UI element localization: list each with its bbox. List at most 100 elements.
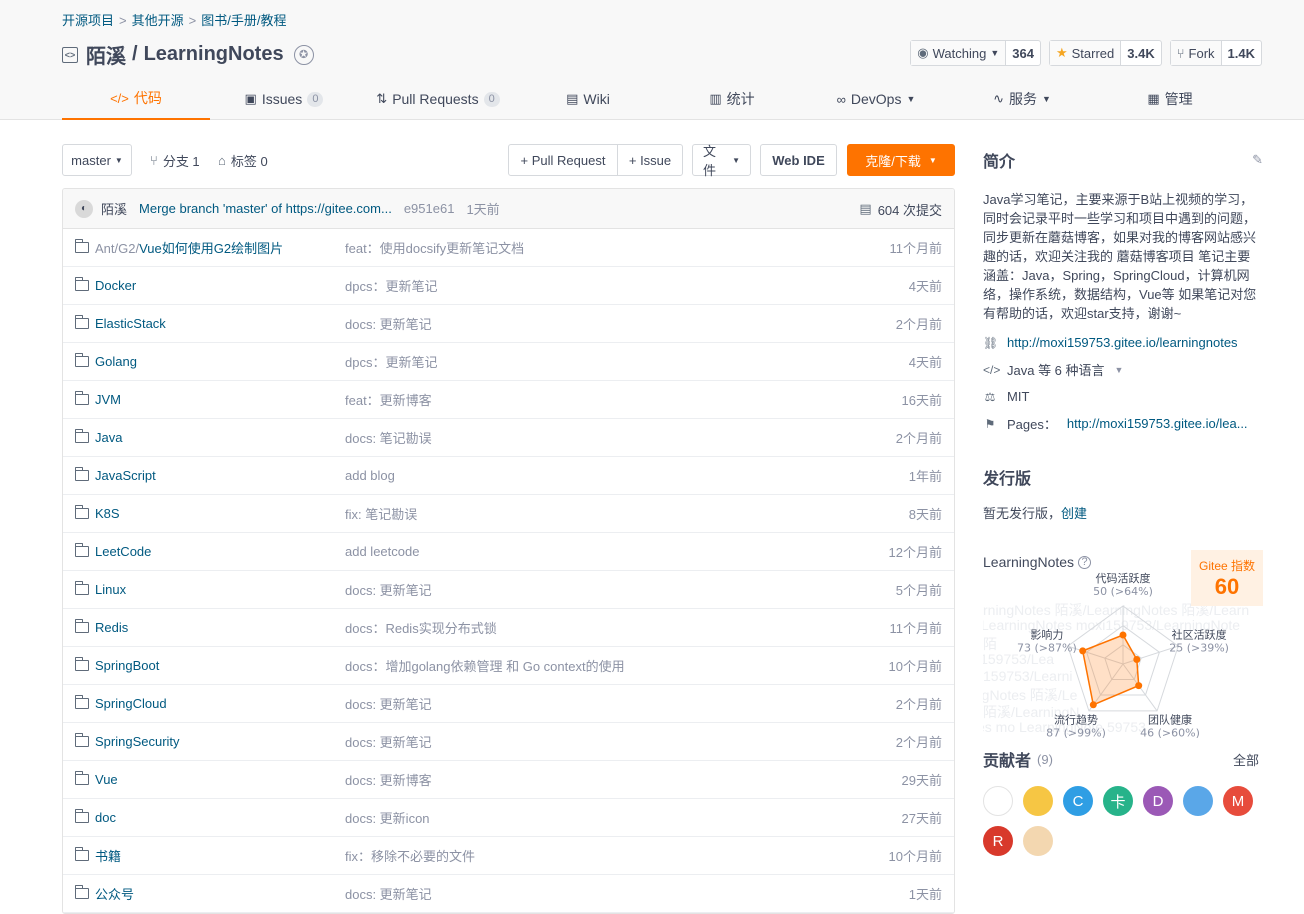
contributor-avatar[interactable]: D — [1143, 786, 1173, 816]
commit-sha[interactable]: e951e61 — [404, 201, 455, 216]
tab-devops[interactable]: ∞ DevOps ▼ — [806, 78, 946, 120]
file-commit-message[interactable]: add blog — [345, 468, 395, 483]
file-commit-message[interactable]: docs：Redis实现分布式锁 — [345, 618, 497, 637]
edit-icon[interactable]: ✎ — [1252, 152, 1263, 168]
recommended-badge-icon[interactable]: ✪ — [293, 44, 314, 65]
tags-link[interactable]: ⌂ 标签 0 — [218, 144, 268, 176]
contributors-all-link[interactable]: 全部 — [1233, 750, 1259, 769]
file-commit-message[interactable]: docs: 笔记勘误 — [345, 428, 432, 447]
file-commit-message[interactable]: fix: 笔记勘误 — [345, 504, 417, 523]
contributor-avatar[interactable]: C — [1063, 786, 1093, 816]
avatar[interactable]: ◐ — [75, 199, 93, 218]
fork-button[interactable]: ⑂ Fork 1.4K — [1169, 40, 1262, 66]
file-commit-message[interactable]: docs：增加golang依赖管理 和 Go context的使用 — [345, 656, 625, 675]
file-name-link[interactable]: doc — [75, 809, 116, 825]
table-row[interactable]: doc docs: 更新icon 27天前 — [63, 799, 954, 837]
file-name-link[interactable]: Ant/G2/Vue如何使用G2绘制图片 — [75, 238, 283, 257]
license-label[interactable]: MIT — [1007, 389, 1029, 404]
table-row[interactable]: JavaScript add blog 1年前 — [63, 457, 954, 495]
file-commit-message[interactable]: add leetcode — [345, 544, 419, 559]
commit-count-link[interactable]: ▤ 604 次提交 — [859, 189, 942, 229]
file-name-link[interactable]: Vue — [75, 771, 118, 787]
branches-link[interactable]: ⑂ 分支 1 — [150, 144, 200, 176]
file-name-link[interactable]: 公众号 — [75, 884, 134, 903]
commit-author[interactable]: 陌溪 — [101, 199, 127, 218]
tab-issues[interactable]: ▣ Issues 0 — [210, 78, 358, 120]
file-commit-message[interactable]: docs: 更新笔记 — [345, 732, 432, 751]
table-row[interactable]: K8S fix: 笔记勘误 8天前 — [63, 495, 954, 533]
star-count[interactable]: 3.4K — [1121, 41, 1160, 65]
file-commit-message[interactable]: feat：更新博客 — [345, 390, 432, 409]
clone-download-button[interactable]: 克隆/下载 ▼ — [847, 144, 955, 176]
table-row[interactable]: SpringSecurity docs: 更新笔记 2个月前 — [63, 723, 954, 761]
tab-stats[interactable]: ▥ 统计 — [658, 78, 806, 120]
homepage-link[interactable]: http://moxi159753.gitee.io/learningnotes — [1007, 335, 1238, 350]
file-commit-message[interactable]: feat：使用docsify更新笔记文档 — [345, 238, 524, 257]
repo-name[interactable]: LearningNotes — [144, 43, 284, 66]
file-name-link[interactable]: SpringCloud — [75, 695, 167, 711]
contributor-avatar[interactable] — [983, 786, 1013, 816]
table-row[interactable]: Golang dpcs：更新笔记 4天前 — [63, 343, 954, 381]
repo-owner[interactable]: 陌溪 — [86, 40, 126, 69]
table-row[interactable]: LeetCode add leetcode 12个月前 — [63, 533, 954, 571]
new-pull-request-button[interactable]: + Pull Request — [508, 144, 618, 176]
table-row[interactable]: SpringBoot docs：增加golang依赖管理 和 Go context… — [63, 647, 954, 685]
commit-message[interactable]: Merge branch 'master' of https://gitee.c… — [139, 201, 392, 216]
table-row[interactable]: Java docs: 笔记勘误 2个月前 — [63, 419, 954, 457]
table-row[interactable]: SpringCloud docs: 更新笔记 2个月前 — [63, 685, 954, 723]
contributor-avatar[interactable]: 卡 — [1103, 786, 1133, 816]
tab-wiki[interactable]: ▤ Wiki — [518, 78, 658, 120]
file-commit-message[interactable]: docs: 更新笔记 — [345, 580, 432, 599]
file-name-link[interactable]: 书籍 — [75, 846, 121, 865]
table-row[interactable]: ElasticStack docs: 更新笔记 2个月前 — [63, 305, 954, 343]
file-commit-message[interactable]: docs: 更新博客 — [345, 770, 432, 789]
file-name-link[interactable]: Golang — [75, 353, 137, 369]
file-commit-message[interactable]: docs: 更新笔记 — [345, 884, 432, 903]
contributor-avatar[interactable] — [1183, 786, 1213, 816]
tab-manage[interactable]: ▦ 管理 — [1098, 78, 1242, 120]
table-row[interactable]: Redis docs：Redis实现分布式锁 11个月前 — [63, 609, 954, 647]
table-row[interactable]: 公众号 docs: 更新笔记 1天前 — [63, 875, 954, 913]
watch-count[interactable]: 364 — [1006, 41, 1040, 65]
file-commit-message[interactable]: dpcs：更新笔记 — [345, 276, 437, 295]
language-row[interactable]: </> Java 等 6 种语言 ▼ — [983, 356, 1263, 383]
fork-count[interactable]: 1.4K — [1222, 41, 1261, 65]
table-row[interactable]: Linux docs: 更新笔记 5个月前 — [63, 571, 954, 609]
table-row[interactable]: Vue docs: 更新博客 29天前 — [63, 761, 954, 799]
breadcrumb-item[interactable]: 其他开源 — [132, 13, 184, 28]
create-release-link[interactable]: 创建 — [1061, 506, 1087, 521]
contributor-avatar[interactable] — [1023, 826, 1053, 856]
file-commit-message[interactable]: docs: 更新icon — [345, 808, 430, 827]
file-name-link[interactable]: SpringSecurity — [75, 733, 180, 749]
table-row[interactable]: Ant/G2/Vue如何使用G2绘制图片 feat：使用docsify更新笔记文档… — [63, 229, 954, 267]
pages-link[interactable]: http://moxi159753.gitee.io/lea... — [1067, 416, 1248, 431]
new-issue-button[interactable]: + Issue — [617, 144, 683, 176]
table-row[interactable]: 书籍 fix：移除不必要的文件 10个月前 — [63, 837, 954, 875]
watch-button[interactable]: ◉ Watching ▼ 364 — [910, 40, 1041, 66]
table-row[interactable]: JVM feat：更新博客 16天前 — [63, 381, 954, 419]
breadcrumb-item[interactable]: 开源项目 — [62, 13, 114, 28]
tab-pull-requests[interactable]: ⇅ Pull Requests 0 — [358, 78, 518, 120]
file-name-link[interactable]: ElasticStack — [75, 315, 166, 331]
branch-select[interactable]: master ▼ — [62, 144, 132, 176]
file-name-link[interactable]: Docker — [75, 277, 136, 293]
file-commit-message[interactable]: docs: 更新笔记 — [345, 314, 432, 333]
file-commit-message[interactable]: fix：移除不必要的文件 — [345, 846, 475, 865]
contributor-avatar[interactable] — [1023, 786, 1053, 816]
file-name-link[interactable]: K8S — [75, 505, 120, 521]
file-name-link[interactable]: LeetCode — [75, 543, 151, 559]
table-row[interactable]: Docker dpcs：更新笔记 4天前 — [63, 267, 954, 305]
file-name-link[interactable]: SpringBoot — [75, 657, 159, 673]
file-menu-button[interactable]: 文件 ▼ — [692, 144, 751, 178]
file-commit-message[interactable]: dpcs：更新笔记 — [345, 352, 437, 371]
star-button[interactable]: ★ Starred 3.4K — [1048, 40, 1162, 66]
contributor-avatar[interactable]: M — [1223, 786, 1253, 816]
contributor-avatar[interactable]: R — [983, 826, 1013, 856]
file-name-link[interactable]: Linux — [75, 581, 126, 597]
tab-services[interactable]: ∿ 服务 ▼ — [946, 78, 1098, 120]
file-name-link[interactable]: Java — [75, 429, 122, 445]
tab-code[interactable]: </> 代码 — [62, 78, 210, 120]
file-name-link[interactable]: JVM — [75, 391, 121, 407]
web-ide-button[interactable]: Web IDE — [760, 144, 837, 176]
breadcrumb-item[interactable]: 图书/手册/教程 — [201, 13, 286, 28]
